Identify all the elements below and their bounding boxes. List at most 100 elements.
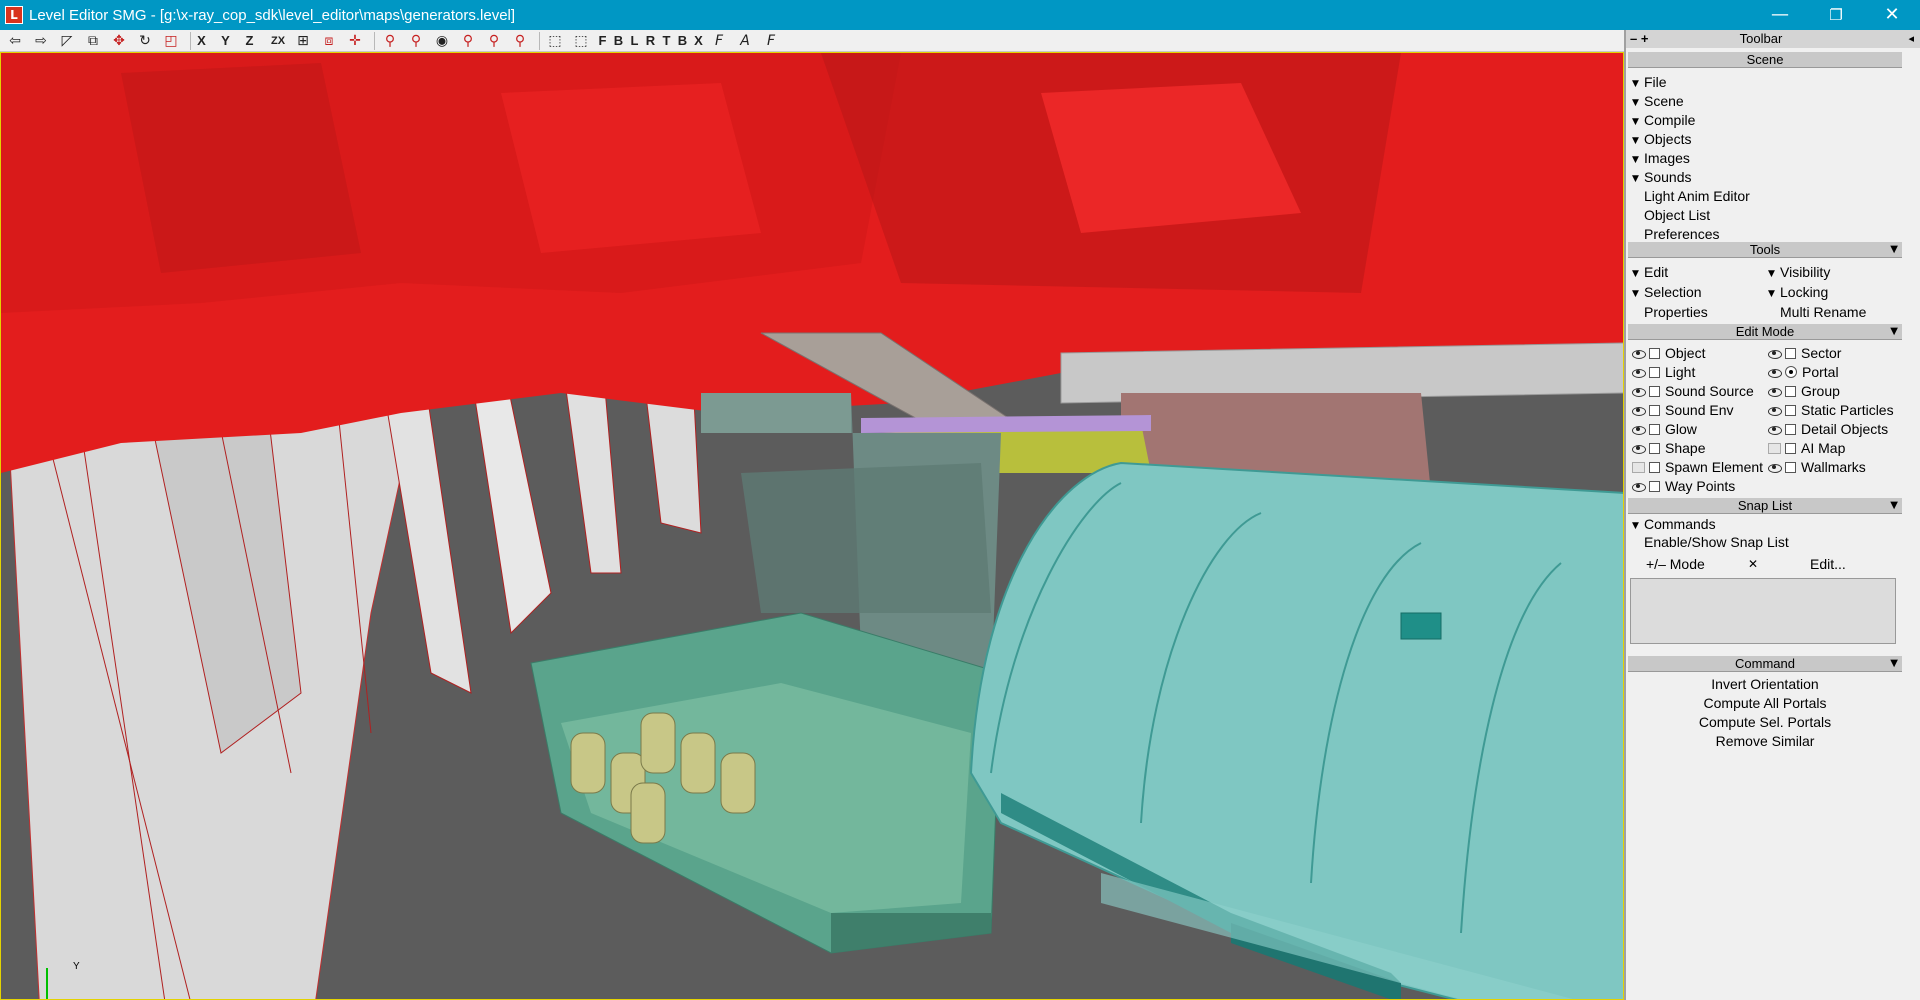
panel-pin-icon[interactable]: ◂	[1908, 30, 1914, 48]
snap-grid-icon[interactable]: ⚲	[509, 31, 531, 51]
edit-mode-portal[interactable]: Portal	[1768, 363, 1839, 381]
command-invert-orientation[interactable]: Invert Orientation	[1628, 676, 1902, 693]
edit-mode-checkbox[interactable]	[1649, 347, 1660, 359]
lock-y-button[interactable]: Y	[219, 31, 232, 51]
visibility-eye-icon[interactable]	[1768, 424, 1782, 435]
view-front-button[interactable]: F	[596, 31, 609, 51]
view-bottom-button[interactable]: B	[676, 31, 689, 51]
command-compute-sel-portals[interactable]: Compute Sel. Portals	[1628, 714, 1902, 731]
edit-mode-checkbox[interactable]	[1649, 423, 1660, 435]
edit-mode-group[interactable]: Group	[1768, 382, 1840, 400]
arrow-right-icon[interactable]: ⇨	[30, 31, 52, 51]
snap-clear-button[interactable]: ✕	[1748, 556, 1758, 573]
edit-mode-way-points[interactable]: Way Points	[1632, 477, 1735, 495]
edit-mode-sound-env[interactable]: Sound Env	[1632, 401, 1734, 419]
zoom-extents-icon[interactable]: ⬚	[544, 31, 566, 51]
snap-point-icon[interactable]: ✛	[344, 31, 366, 51]
edit-mode-light[interactable]: Light	[1632, 363, 1695, 381]
3d-viewport[interactable]: Y X Z	[0, 52, 1624, 1000]
tools-item-properties[interactable]: Properties	[1644, 304, 1708, 321]
edit-mode-checkbox[interactable]	[1649, 480, 1660, 492]
visibility-eye-icon[interactable]	[1632, 405, 1646, 416]
scene-menu-scene[interactable]: ▼ Scene	[1632, 93, 1684, 112]
edit-mode-checkbox[interactable]	[1649, 366, 1660, 378]
edit-mode-checkbox[interactable]	[1785, 385, 1796, 397]
flat-mode-icon[interactable]: 𝘍	[760, 31, 782, 51]
close-button[interactable]: ✕	[1864, 0, 1920, 30]
scene-menu-images[interactable]: ▼ Images	[1632, 150, 1690, 169]
edit-mode-shape[interactable]: Shape	[1632, 439, 1705, 457]
edit-mode-checkbox[interactable]	[1649, 404, 1660, 416]
visibility-eye-icon[interactable]	[1768, 386, 1782, 397]
csg-icon[interactable]: ⊞	[292, 31, 314, 51]
scene-item-preferences[interactable]: Preferences	[1644, 226, 1719, 243]
select-cursor-icon[interactable]: ◸	[56, 31, 78, 51]
edit-mode-checkbox[interactable]	[1785, 442, 1796, 454]
snap-mode-button[interactable]: +/– Mode	[1646, 556, 1705, 573]
snap-normal-icon[interactable]: ⚲	[483, 31, 505, 51]
tools-item-locking[interactable]: ▼ Locking	[1768, 284, 1828, 303]
snap-commands-expander[interactable]: ▼ Commands	[1632, 516, 1716, 535]
lock-z-button[interactable]: Z	[243, 31, 256, 51]
edit-mode-checkbox[interactable]	[1785, 347, 1796, 359]
edit-mode-checkbox[interactable]	[1785, 461, 1796, 473]
view-reset-button[interactable]: X	[692, 31, 705, 51]
fill-mode-icon[interactable]: 𝘍	[708, 31, 730, 51]
snap-list-box[interactable]	[1630, 578, 1896, 644]
edit-mode-sound-source[interactable]: Sound Source	[1632, 382, 1754, 400]
snap-object-icon[interactable]: ⚲	[379, 31, 401, 51]
visibility-eye-icon[interactable]	[1768, 405, 1782, 416]
edit-mode-spawn-element[interactable]: Spawn Element	[1632, 458, 1763, 476]
snap-edit-button[interactable]: Edit...	[1810, 556, 1846, 573]
edit-mode-ai-map[interactable]: AI Map	[1768, 439, 1845, 457]
snap-list-section-header[interactable]: Snap List ▼	[1628, 498, 1902, 514]
scene-item-light-anim-editor[interactable]: Light Anim Editor	[1644, 188, 1750, 205]
restore-button[interactable]: ❐	[1808, 0, 1864, 30]
snap-icon[interactable]: ⧈	[318, 31, 340, 51]
visibility-eye-icon[interactable]	[1768, 442, 1781, 454]
rotate-icon[interactable]: ↻	[134, 31, 156, 51]
visibility-eye-icon[interactable]	[1632, 443, 1646, 454]
edit-mode-checkbox[interactable]	[1785, 404, 1796, 416]
visibility-eye-icon[interactable]	[1768, 367, 1782, 378]
scene-menu-sounds[interactable]: ▼ Sounds	[1632, 169, 1691, 188]
move-object-icon[interactable]: ⧉	[82, 31, 104, 51]
visibility-eye-icon[interactable]	[1632, 386, 1646, 397]
view-left-button[interactable]: L	[628, 31, 641, 51]
snap-move-icon[interactable]: ⚲	[405, 31, 427, 51]
snap-rotate-icon[interactable]: ◉	[431, 31, 453, 51]
minimize-button[interactable]: —	[1752, 0, 1808, 30]
edit-mode-detail-objects[interactable]: Detail Objects	[1768, 420, 1888, 438]
view-back-button[interactable]: B	[612, 31, 625, 51]
scene-section-header[interactable]: Scene	[1628, 52, 1902, 68]
command-section-header[interactable]: Command ▼	[1628, 656, 1902, 672]
view-top-button[interactable]: T	[660, 31, 673, 51]
edit-mode-glow[interactable]: Glow	[1632, 420, 1697, 438]
snap-vertex-icon[interactable]: ⚲	[457, 31, 479, 51]
lock-x-button[interactable]: X	[195, 31, 208, 51]
scene-menu-compile[interactable]: ▼ Compile	[1632, 112, 1695, 131]
edit-mode-checkbox[interactable]	[1649, 461, 1660, 473]
lock-zx-button[interactable]: ZX	[267, 31, 289, 51]
edit-mode-checkbox[interactable]	[1649, 385, 1660, 397]
wire-mode-icon[interactable]: 𝘈	[734, 31, 756, 51]
command-compute-all-portals[interactable]: Compute All Portals	[1628, 695, 1902, 712]
edit-mode-wallmarks[interactable]: Wallmarks	[1768, 458, 1866, 476]
scene-item-object-list[interactable]: Object List	[1644, 207, 1710, 224]
arrow-left-icon[interactable]: ⇦	[4, 31, 26, 51]
tools-item-edit[interactable]: ▼ Edit	[1632, 264, 1668, 283]
edit-mode-section-header[interactable]: Edit Mode ▼	[1628, 324, 1902, 340]
visibility-eye-icon[interactable]	[1632, 481, 1646, 492]
visibility-eye-icon[interactable]	[1632, 461, 1645, 473]
visibility-eye-icon[interactable]	[1632, 348, 1646, 359]
edit-mode-object[interactable]: Object	[1632, 344, 1705, 362]
tools-section-header[interactable]: Tools ▼	[1628, 242, 1902, 258]
tools-item-multi-rename[interactable]: Multi Rename	[1780, 304, 1866, 321]
move-all-icon[interactable]: ✥	[108, 31, 130, 51]
command-remove-similar[interactable]: Remove Similar	[1628, 733, 1902, 750]
scene-menu-file[interactable]: ▼ File	[1632, 74, 1667, 93]
visibility-eye-icon[interactable]	[1632, 367, 1646, 378]
edit-mode-sector[interactable]: Sector	[1768, 344, 1841, 362]
edit-mode-static-particles[interactable]: Static Particles	[1768, 401, 1894, 419]
edit-mode-checkbox[interactable]	[1785, 423, 1796, 435]
